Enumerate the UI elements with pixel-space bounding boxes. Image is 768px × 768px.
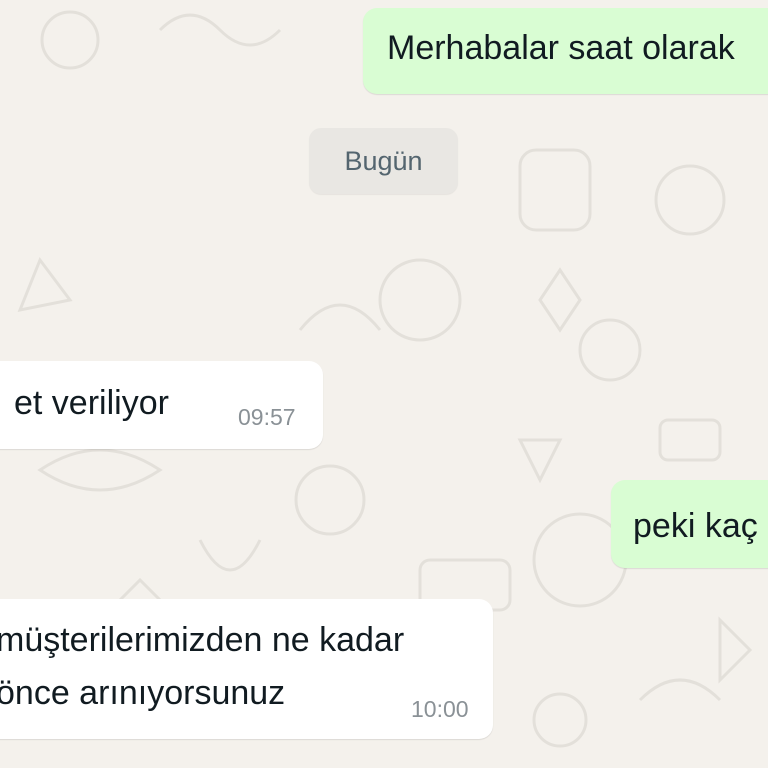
message-timestamp: 10:00 [411, 696, 469, 722]
message-text: et veriliyor [14, 384, 169, 422]
incoming-message-bubble[interactable]: müşterilerimizden ne kadar önce arınıyor… [0, 599, 493, 739]
date-separator: Bugün [309, 128, 458, 194]
incoming-message-bubble[interactable]: et veriliyor 09:57 [0, 361, 323, 449]
message-text: peki kaç [633, 507, 758, 545]
outgoing-message-bubble[interactable]: peki kaç [611, 480, 768, 568]
message-text-line: müşterilerimizden ne kadar [0, 621, 405, 659]
outgoing-message-bubble[interactable]: Merhabalar saat olarak [363, 8, 768, 94]
message-timestamp: 09:57 [238, 404, 296, 430]
message-text: Merhabalar saat olarak [387, 29, 735, 67]
date-separator-label: Bugün [344, 146, 423, 176]
